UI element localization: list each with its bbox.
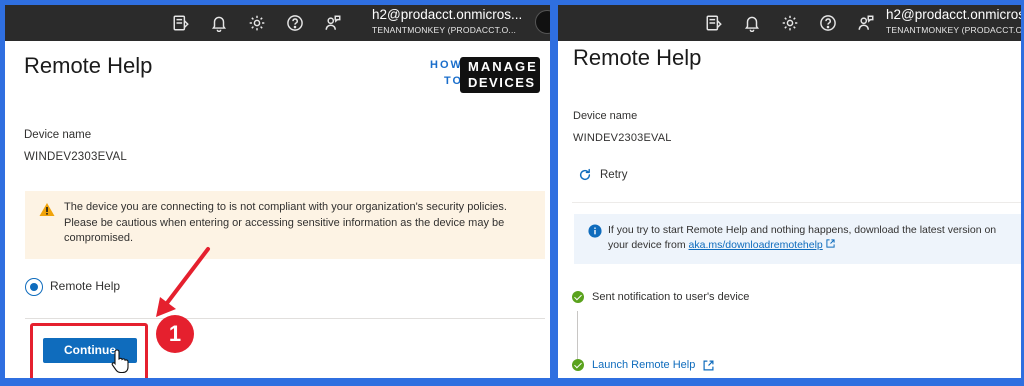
person-feedback-icon[interactable] — [853, 12, 879, 34]
launch-remote-help-link[interactable]: Launch Remote Help — [592, 359, 695, 371]
howtomanagedevices-logo: HOW TO MANAGE DEVICES — [430, 57, 540, 93]
account-info[interactable]: h2@prodacct.onmicros... TENANTMONKEY (PR… — [372, 8, 522, 34]
top-bar-icons — [168, 12, 346, 34]
device-name-value: WINDEV2303EVAL — [24, 151, 127, 163]
logo-devices: DEVICES — [468, 75, 536, 90]
check-icon — [572, 291, 584, 303]
feedback-icon[interactable] — [701, 12, 727, 34]
help-icon[interactable] — [815, 12, 841, 34]
divider — [25, 318, 545, 319]
remote-help-radio-label[interactable]: Remote Help — [50, 279, 120, 293]
right-panel: h2@prodacct.onmicros TENANTMONKEY (PRODA… — [558, 5, 1021, 378]
page-title: Remote Help — [573, 45, 702, 70]
warning-icon — [39, 203, 55, 216]
warning-text: The device you are connecting to is not … — [64, 201, 507, 244]
top-bar: h2@prodacct.onmicros TENANTMONKEY (PRODA… — [558, 5, 1021, 41]
left-panel: h2@prodacct.onmicros... TENANTMONKEY (PR… — [5, 5, 550, 378]
hand-cursor-icon — [111, 349, 129, 374]
download-remote-help-link[interactable]: aka.ms/downloadremotehelp — [689, 239, 823, 251]
step-number-badge: 1 — [156, 315, 194, 353]
page-title: Remote Help — [24, 53, 153, 78]
gear-icon[interactable] — [777, 12, 803, 34]
divider — [572, 202, 1021, 203]
bell-icon[interactable] — [739, 12, 765, 34]
compliance-warning: The device you are connecting to is not … — [25, 191, 545, 259]
device-name-label: Device name — [24, 129, 92, 141]
remote-help-radio[interactable] — [25, 278, 43, 296]
info-text: If you try to start Remote Help and noth… — [608, 223, 1018, 253]
step-connector — [577, 311, 578, 359]
annotation-arrow — [156, 247, 210, 317]
person-feedback-icon[interactable] — [320, 12, 346, 34]
logo-how: HOW — [430, 59, 463, 71]
device-name-value: WINDEV2303EVAL — [573, 132, 672, 144]
top-bar: h2@prodacct.onmicros... TENANTMONKEY (PR… — [5, 5, 550, 41]
account-info[interactable]: h2@prodacct.onmicros TENANTMONKEY (PRODA… — [886, 8, 1021, 34]
step-launch-remote-help: Launch Remote Help — [572, 359, 714, 371]
external-link-icon[interactable] — [703, 359, 714, 371]
radio-dot — [29, 282, 38, 291]
account-tenant: TENANTMONKEY (PRODACCT.O... — [372, 24, 517, 35]
gear-icon[interactable] — [244, 12, 270, 34]
feedback-icon[interactable] — [168, 12, 194, 34]
device-name-label: Device name — [573, 110, 638, 122]
retry-icon — [579, 168, 591, 181]
info-icon — [588, 224, 602, 238]
external-link-icon[interactable] — [826, 239, 835, 248]
retry-label: Retry — [600, 169, 628, 181]
check-icon — [572, 359, 584, 371]
step-sent-notification: Sent notification to user's device — [572, 291, 749, 303]
logo-manage: MANAGE — [468, 59, 538, 74]
info-message: If you try to start Remote Help and noth… — [574, 214, 1021, 264]
account-user: h2@prodacct.onmicros... — [372, 7, 523, 22]
bell-icon[interactable] — [206, 12, 232, 34]
step-sent-notification-label: Sent notification to user's device — [592, 291, 750, 303]
account-tenant: TENANTMONKEY (PRODACCT.O — [886, 24, 1021, 35]
account-user: h2@prodacct.onmicros — [886, 7, 1021, 22]
retry-button[interactable]: Retry — [578, 168, 627, 182]
top-bar-icons — [701, 12, 879, 34]
avatar[interactable] — [535, 10, 550, 34]
help-icon[interactable] — [282, 12, 308, 34]
